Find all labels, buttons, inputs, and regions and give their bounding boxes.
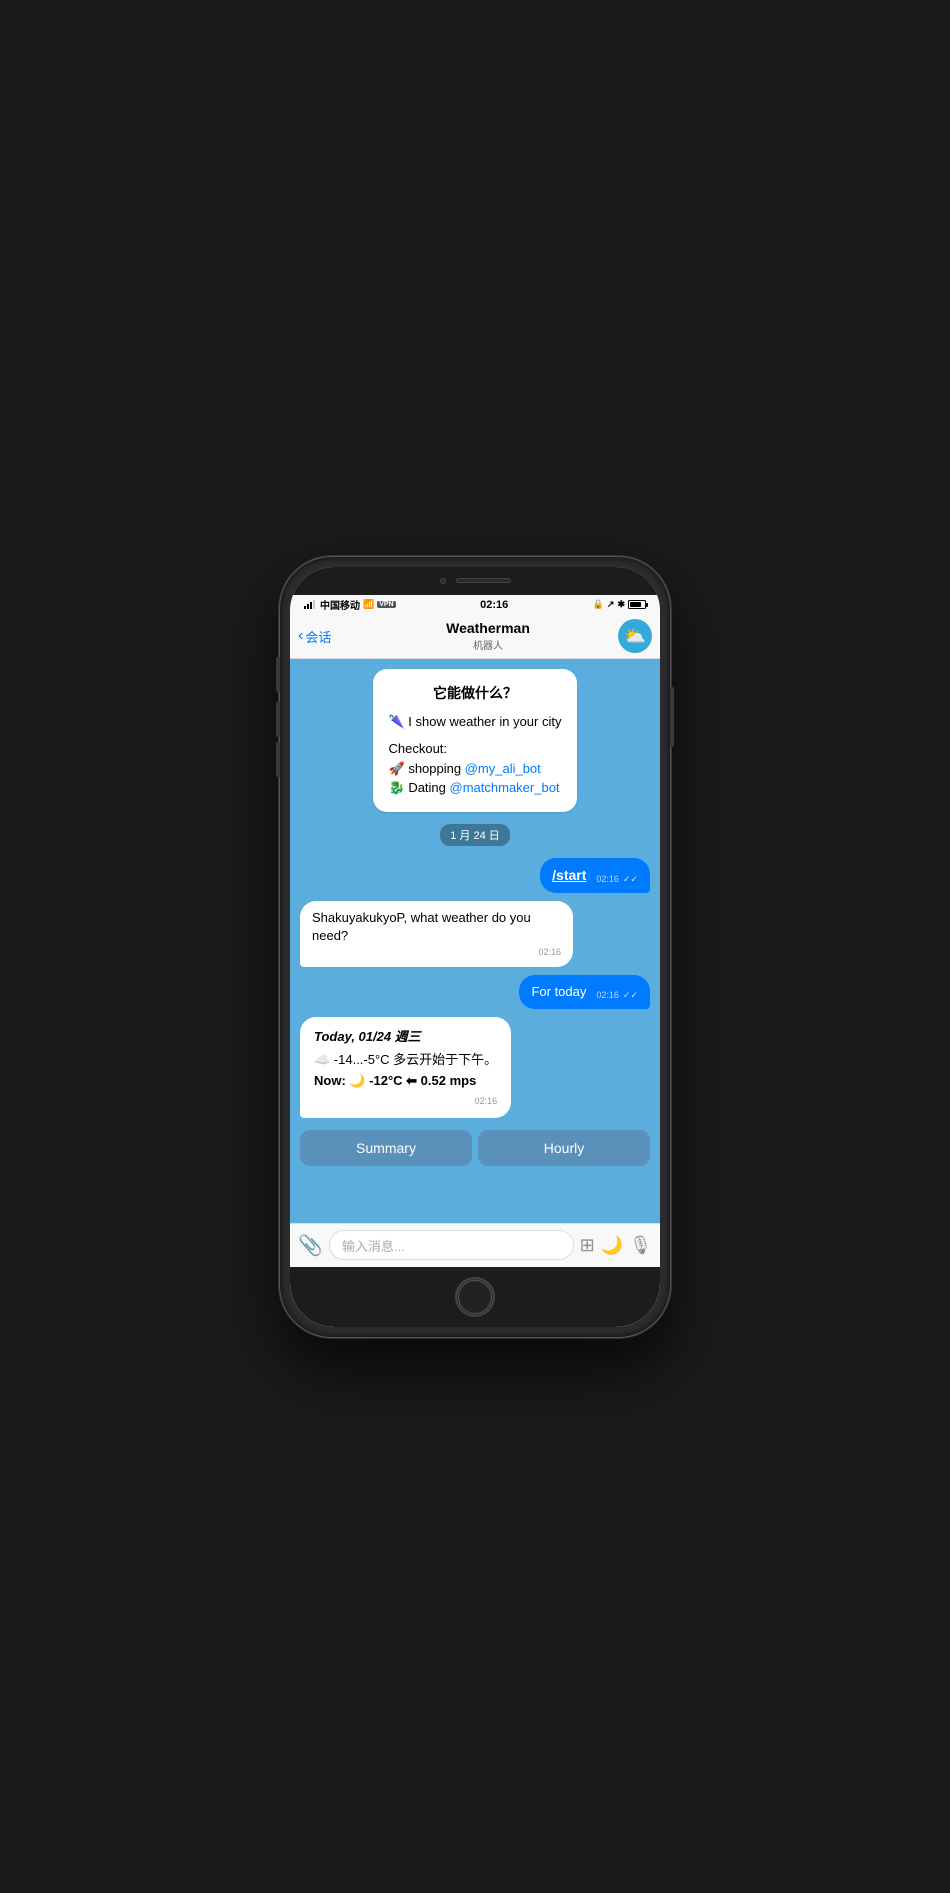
checkout-label: Checkout:: [389, 739, 562, 759]
chevron-left-icon: ‹: [298, 627, 303, 645]
battery-icon: [628, 600, 646, 609]
shopping-text: shopping: [408, 761, 464, 776]
welcome-bubble: 它能做什么？ 🌂 I show weather in your city Che…: [373, 669, 578, 812]
check-marks-start: ✓✓: [623, 873, 638, 886]
message-time-start: 02:16: [596, 873, 619, 886]
wifi-icon: 📶: [363, 599, 374, 610]
vpn-badge: VPN: [377, 601, 395, 608]
weather-title: Today, 01/24 週三: [314, 1027, 497, 1048]
location-icon: ↗: [607, 599, 615, 610]
bluetooth-icon: ✱: [617, 599, 625, 610]
signal-bar-2: [307, 604, 309, 609]
weather-temp: ☁️ -14...-5°C 多云开始于下午。: [314, 1050, 497, 1071]
checkout-text: Checkout:: [389, 741, 448, 756]
message-row-for-today: For today 02:16 ✓✓: [300, 975, 650, 1009]
home-button-inner: [458, 1280, 492, 1314]
status-bar: 中国移动 📶 VPN 02:16 🔒 ↗ ✱: [290, 595, 660, 615]
signal-bars: [304, 600, 315, 609]
speaker-bar: [456, 578, 511, 583]
signal-bar-4: [313, 600, 315, 609]
date-pill: 1 月 24 日: [440, 824, 510, 846]
phone-top-bar: [290, 567, 660, 595]
input-bar: 📎 输入消息... ⊞ 🌙 🎙: [290, 1223, 660, 1267]
message-bubble-weather-query: ShakuyakukyoP, what weather do you need?…: [300, 901, 573, 967]
hourly-button[interactable]: Hourly: [478, 1130, 650, 1166]
message-bubble-for-today: For today 02:16 ✓✓: [519, 975, 650, 1009]
message-text-start: /start: [552, 866, 586, 886]
message-time-weather-query: 02:16: [538, 946, 561, 959]
weather-now: Now: 🌙 -12°C ⬅ 0.52 mps: [314, 1071, 497, 1092]
dating-icon: 🐉: [389, 780, 405, 795]
shopping-icon: 🚀: [389, 761, 405, 776]
dating-link[interactable]: @matchmaker_bot: [450, 780, 560, 795]
welcome-title: 它能做什么？: [389, 683, 562, 704]
shopping-link[interactable]: @my_ali_bot: [465, 761, 541, 776]
carrier-label: 中国移动: [320, 597, 360, 612]
message-text-for-today: For today: [531, 983, 586, 1001]
navigation-bar: ‹ 会话 Weatherman 机器人 ⛅: [290, 615, 660, 659]
camera-dot: [440, 578, 446, 584]
bot-avatar-icon: ⛅: [624, 626, 646, 647]
back-button[interactable]: ‹ 会话: [298, 627, 358, 646]
chat-area: 它能做什么？ 🌂 I show weather in your city Che…: [290, 659, 660, 1223]
input-placeholder: 输入消息...: [342, 1236, 405, 1255]
lock-icon: 🔒: [593, 599, 604, 610]
summary-button[interactable]: Summary: [300, 1130, 472, 1166]
mic-icon[interactable]: 🎙: [629, 1235, 652, 1256]
phone-device: 中国移动 📶 VPN 02:16 🔒 ↗ ✱ ‹ 会话 Weatherman: [280, 557, 670, 1337]
message-row-start: /start 02:16 ✓✓: [300, 858, 650, 894]
sticker-icon[interactable]: ⊞: [580, 1235, 595, 1256]
signal-bar-3: [310, 602, 312, 609]
phone-bottom-bar: [290, 1267, 660, 1327]
check-marks-for-today: ✓✓: [623, 989, 638, 1002]
bot-avatar[interactable]: ⛅: [618, 619, 652, 653]
message-row-weather-query: ShakuyakukyoP, what weather do you need?…: [300, 901, 650, 967]
nav-title-area: Weatherman 机器人: [358, 620, 618, 652]
signal-bar-1: [304, 606, 306, 609]
message-text-weather-query: ShakuyakukyoP, what weather do you need?: [312, 910, 531, 943]
message-row-weather: Today, 01/24 週三 ☁️ -14...-5°C 多云开始于下午。 N…: [300, 1017, 650, 1118]
attach-icon[interactable]: 📎: [298, 1233, 323, 1258]
action-buttons: Summary Hourly: [300, 1130, 650, 1166]
home-button[interactable]: [455, 1277, 495, 1317]
chat-subtitle: 机器人: [358, 637, 618, 652]
time-display: 02:16: [480, 599, 508, 611]
weather-time: 02:16: [475, 1094, 498, 1108]
welcome-line1: 🌂 I show weather in your city: [389, 712, 562, 732]
dating-text: Dating: [408, 780, 449, 795]
message-bubble-start: /start 02:16 ✓✓: [540, 858, 650, 894]
weather-bubble: Today, 01/24 週三 ☁️ -14...-5°C 多云开始于下午。 N…: [300, 1017, 511, 1118]
dating-line: 🐉 Dating @matchmaker_bot: [389, 778, 562, 798]
back-label[interactable]: 会话: [305, 627, 331, 646]
date-separator: 1 月 24 日: [300, 824, 650, 846]
message-input[interactable]: 输入消息...: [329, 1230, 574, 1260]
emoji-icon[interactable]: 🌙: [601, 1235, 623, 1256]
chat-title: Weatherman: [358, 620, 618, 637]
message-time-for-today: 02:16: [596, 989, 619, 1002]
battery-fill: [630, 602, 641, 607]
shopping-line: 🚀 shopping @my_ali_bot: [389, 759, 562, 779]
